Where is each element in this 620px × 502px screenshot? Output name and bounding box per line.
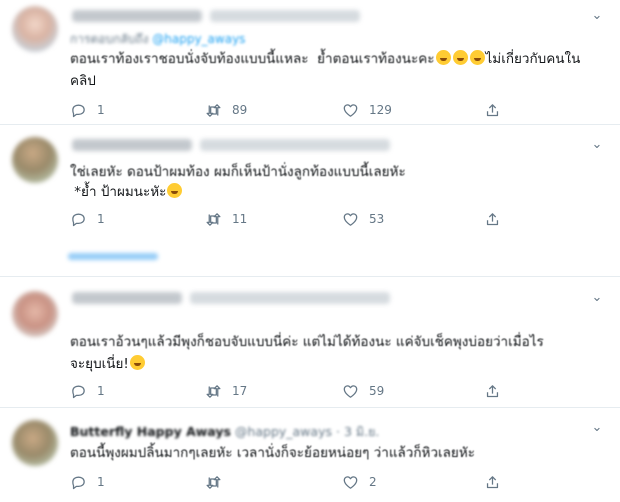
tweet-text-line2: จะยุบเนี่ย! — [70, 353, 590, 375]
share-button[interactable] — [484, 100, 511, 120]
like-button[interactable]: 53 — [342, 209, 384, 229]
reply-icon — [72, 213, 85, 226]
replying-to-label: การตอบกลับถึง — [70, 32, 149, 46]
reply-button[interactable]: 1 — [70, 100, 105, 120]
share-icon — [486, 212, 499, 225]
share-button[interactable] — [484, 209, 511, 229]
reply-icon — [72, 385, 85, 398]
replying-to: การตอบกลับถึง @happy_aways — [70, 30, 245, 49]
tweet-text: ตอนเราท้องเราชอบนั่งจับท้องแบบนี้แหละ ย้… — [70, 48, 590, 92]
like-button[interactable]: 59 — [342, 381, 384, 401]
retweet-icon — [206, 103, 221, 117]
reply-count: 1 — [97, 475, 105, 489]
reply-button[interactable]: 1 — [70, 209, 105, 229]
reply-button[interactable]: 1 — [70, 472, 105, 492]
share-icon — [486, 384, 499, 397]
show-thread-link[interactable] — [68, 253, 158, 260]
joy-emoji — [452, 50, 468, 65]
chevron-down-icon[interactable]: ⌄ — [588, 8, 606, 24]
reply-icon — [72, 476, 85, 489]
retweet-icon — [206, 384, 221, 398]
display-name[interactable]: Butterfly Happy Aways — [70, 424, 231, 439]
tweet-header: Butterfly Happy Aways @happy_aways · 3 ม… — [70, 422, 379, 442]
tweet-2[interactable]: ⌄ ใช่เลยหัะ ดอนป้าผมท้อง ผมก็เห็นป้านั่ง… — [0, 125, 620, 275]
share-button[interactable] — [484, 381, 511, 401]
share-button[interactable] — [484, 472, 511, 492]
replying-to-handle[interactable]: @happy_aways — [152, 32, 245, 46]
reply-icon — [72, 104, 85, 117]
reply-count: 1 — [97, 103, 105, 117]
username-date — [210, 10, 360, 22]
tweet-text-line2: *ย้ำ ป้าผมนะหัะ — [70, 181, 590, 203]
like-count: 129 — [369, 103, 392, 117]
tweet-actions: 1 89 129 — [70, 100, 530, 120]
tweet-text: ใช่เลยหัะ ดอนป้าผมท้อง ผมก็เห็นป้านั่งลู… — [70, 161, 590, 183]
tweet-text-line1: ตอนเราท้องเราชอบนั่งจับท้องแบบนี้แหละ ย้… — [70, 51, 435, 67]
joy-emoji — [469, 50, 485, 65]
tweet-text-line2-text: จะยุบเนี่ย! — [70, 356, 129, 372]
like-button[interactable]: 129 — [342, 100, 392, 120]
retweet-count: 89 — [232, 103, 248, 117]
tweet-text: ตอนเราอ้วนๆแล้วมีพุงก็ชอบจับแบบนี่ค่ะ แต… — [70, 331, 590, 353]
heart-icon — [343, 103, 358, 117]
tweet-actions: 1 11 53 — [70, 209, 530, 229]
display-name[interactable] — [72, 139, 192, 151]
tweet-text-line1: ตอนเราอ้วนๆแล้วมีพุงก็ชอบจับแบบนี่ค่ะ แต… — [70, 334, 544, 350]
reply-count: 1 — [97, 212, 105, 226]
joy-emoji — [129, 355, 145, 370]
retweet-icon — [206, 475, 221, 489]
display-name[interactable] — [72, 10, 202, 22]
chevron-down-icon[interactable]: ⌄ — [588, 137, 606, 153]
tweet-4[interactable]: Butterfly Happy Aways @happy_aways · 3 ม… — [0, 408, 620, 502]
username[interactable]: @happy_aways — [235, 424, 332, 439]
username-date — [190, 292, 390, 304]
retweet-button[interactable] — [205, 472, 232, 492]
retweet-button[interactable]: 11 — [205, 209, 247, 229]
heart-icon — [343, 212, 358, 226]
like-count: 53 — [369, 212, 385, 226]
retweet-button[interactable]: 17 — [205, 381, 247, 401]
reply-count: 1 — [97, 384, 105, 398]
chevron-down-icon[interactable]: ⌄ — [588, 420, 606, 436]
share-icon — [486, 103, 499, 116]
retweet-button[interactable]: 89 — [205, 100, 247, 120]
tweet-date[interactable]: 3 มิ.ย. — [344, 424, 379, 439]
share-icon — [486, 475, 499, 488]
avatar[interactable] — [12, 291, 58, 337]
like-count: 59 — [369, 384, 385, 398]
avatar[interactable] — [12, 6, 58, 52]
tweet-1[interactable]: ⌄ การตอบกลับถึง @happy_aways ตอนเราท้องเ… — [0, 0, 620, 122]
tweet-text-line1: ใช่เลยหัะ ดอนป้าผมท้อง ผมก็เห็นป้านั่งลู… — [70, 164, 406, 180]
retweet-count: 17 — [232, 384, 248, 398]
chevron-down-icon[interactable]: ⌄ — [588, 290, 606, 306]
tweet-actions: 1 17 59 — [70, 381, 530, 401]
like-button[interactable]: 2 — [342, 472, 377, 492]
tweet-text-line1: ตอนนี้พุงผมปลิ้นมากๆเลยหัะ เวลานั่งก็จะย… — [70, 445, 475, 461]
retweet-count: 11 — [232, 212, 248, 226]
heart-icon — [343, 475, 358, 489]
retweet-icon — [206, 212, 221, 226]
tweet-3[interactable]: ⌄ ตอนเราอ้วนๆแล้วมีพุงก็ชอบจับแบบนี่ค่ะ … — [0, 277, 620, 407]
reply-button[interactable]: 1 — [70, 381, 105, 401]
tweet-actions: 1 2 — [70, 472, 530, 492]
avatar[interactable] — [12, 137, 58, 183]
like-count: 2 — [369, 475, 377, 489]
avatar[interactable] — [12, 420, 58, 466]
username-date — [200, 139, 390, 151]
tweet-text-line2-text: *ย้ำ ป้าผมนะหัะ — [70, 184, 167, 200]
separator-dot: · — [335, 424, 340, 439]
heart-icon — [343, 384, 358, 398]
joy-emoji — [435, 50, 451, 65]
tweet-text: ตอนนี้พุงผมปลิ้นมากๆเลยหัะ เวลานั่งก็จะย… — [70, 442, 590, 464]
display-name[interactable] — [72, 292, 182, 304]
hushed-face-emoji — [167, 183, 183, 198]
